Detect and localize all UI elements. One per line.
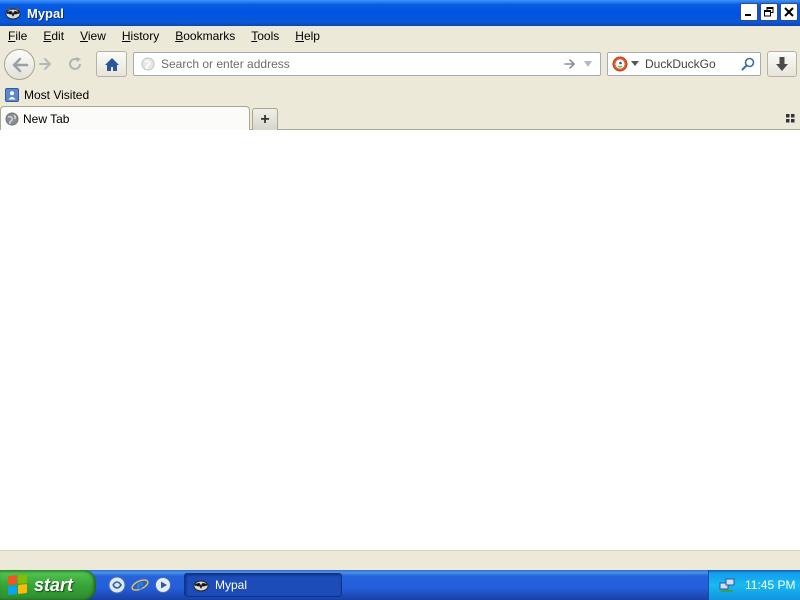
restore-icon: [764, 7, 774, 17]
grid-icon: [785, 113, 794, 122]
window-title-bar[interactable]: Mypal: [0, 0, 800, 26]
taskbar-button-label: Mypal: [215, 578, 248, 592]
restore-button[interactable]: [760, 3, 778, 21]
menu-file[interactable]: File: [8, 29, 27, 43]
menu-accelerator: H: [295, 29, 304, 43]
menu-label: dit: [51, 29, 65, 43]
reload-icon: [69, 57, 81, 70]
tab-new-tab[interactable]: New Tab: [0, 106, 250, 130]
home-button[interactable]: [96, 51, 127, 77]
menu-label: istory: [130, 29, 160, 43]
menu-edit[interactable]: Edit: [43, 29, 64, 43]
back-button[interactable]: [4, 49, 35, 80]
globe-icon: [141, 57, 155, 71]
mypal-raccoon-icon: [5, 5, 21, 21]
media-player-icon[interactable]: [108, 576, 126, 594]
window-title: Mypal: [27, 5, 64, 21]
bookmarks-toolbar: Most Visited: [0, 84, 800, 106]
tab-title: New Tab: [23, 111, 70, 126]
close-button[interactable]: [780, 3, 798, 21]
history-dropdown-button[interactable]: [579, 55, 597, 73]
go-arrow-icon: [564, 59, 576, 69]
address-bar[interactable]: [133, 52, 601, 76]
search-input[interactable]: [645, 57, 738, 71]
start-label: start: [34, 574, 74, 595]
menu-label: iew: [87, 29, 106, 43]
menu-label: ile: [15, 29, 28, 43]
bookmark-label: Most Visited: [24, 88, 90, 102]
folder-icon: [5, 88, 19, 102]
address-input[interactable]: [161, 54, 561, 74]
menu-accelerator: H: [121, 29, 131, 43]
menu-bookmarks[interactable]: Bookmarks: [175, 29, 235, 43]
plus-icon: +: [260, 110, 270, 128]
taskbar: start e Mypal 11:45 PM: [0, 570, 800, 600]
menu-label: ookmarks: [183, 29, 236, 43]
mypal-raccoon-icon: [193, 577, 209, 593]
start-button[interactable]: start: [0, 570, 96, 600]
network-icon[interactable]: [719, 577, 735, 593]
close-icon: [784, 7, 794, 17]
menu-accelerator: V: [80, 29, 88, 43]
list-all-tabs-button[interactable]: [784, 112, 796, 124]
system-clock[interactable]: 11:45 PM: [745, 578, 795, 592]
navigation-toolbar: [0, 46, 800, 82]
dropdown-icon: [584, 61, 592, 67]
menu-bar: File Edit View History Bookmarks Tools H…: [0, 26, 800, 46]
menu-help[interactable]: Help: [295, 29, 320, 43]
quick-launch: e: [108, 576, 172, 594]
menu-history[interactable]: History: [122, 29, 159, 43]
menu-view[interactable]: View: [80, 29, 106, 43]
svg-text:e: e: [137, 578, 144, 594]
downloads-button[interactable]: [767, 51, 797, 77]
system-tray: 11:45 PM: [708, 570, 800, 600]
go-button[interactable]: [561, 55, 579, 73]
status-bar: [0, 550, 800, 570]
search-button[interactable]: [738, 54, 758, 74]
new-tab-button[interactable]: +: [252, 108, 278, 130]
search-bar[interactable]: [607, 52, 761, 76]
magnifier-icon: [741, 57, 755, 71]
menu-label: elp: [303, 29, 320, 43]
minimize-button[interactable]: [740, 3, 758, 21]
menu-tools[interactable]: Tools: [251, 29, 279, 43]
forward-arrow-icon: [39, 58, 51, 70]
dropdown-icon: [631, 61, 639, 66]
windows-logo-icon: [8, 574, 28, 596]
taskbar-button-mypal[interactable]: Mypal: [184, 573, 342, 597]
page-content-area[interactable]: [0, 130, 800, 550]
back-arrow-icon: [12, 57, 28, 72]
windows-media-icon[interactable]: [154, 576, 172, 594]
bookmark-most-visited[interactable]: Most Visited: [5, 88, 89, 102]
home-icon: [104, 57, 119, 71]
internet-explorer-icon[interactable]: e: [131, 576, 149, 594]
menu-label: ools: [257, 29, 280, 43]
forward-button[interactable]: [34, 54, 56, 74]
download-icon: [776, 57, 788, 71]
minimize-icon: [745, 14, 751, 16]
duckduckgo-icon: [612, 56, 628, 72]
reload-button[interactable]: [62, 52, 88, 76]
globe-icon: [5, 112, 19, 126]
tab-strip: New Tab +: [0, 106, 800, 130]
search-engine-selector[interactable]: [612, 54, 639, 74]
window-controls: [740, 3, 798, 21]
